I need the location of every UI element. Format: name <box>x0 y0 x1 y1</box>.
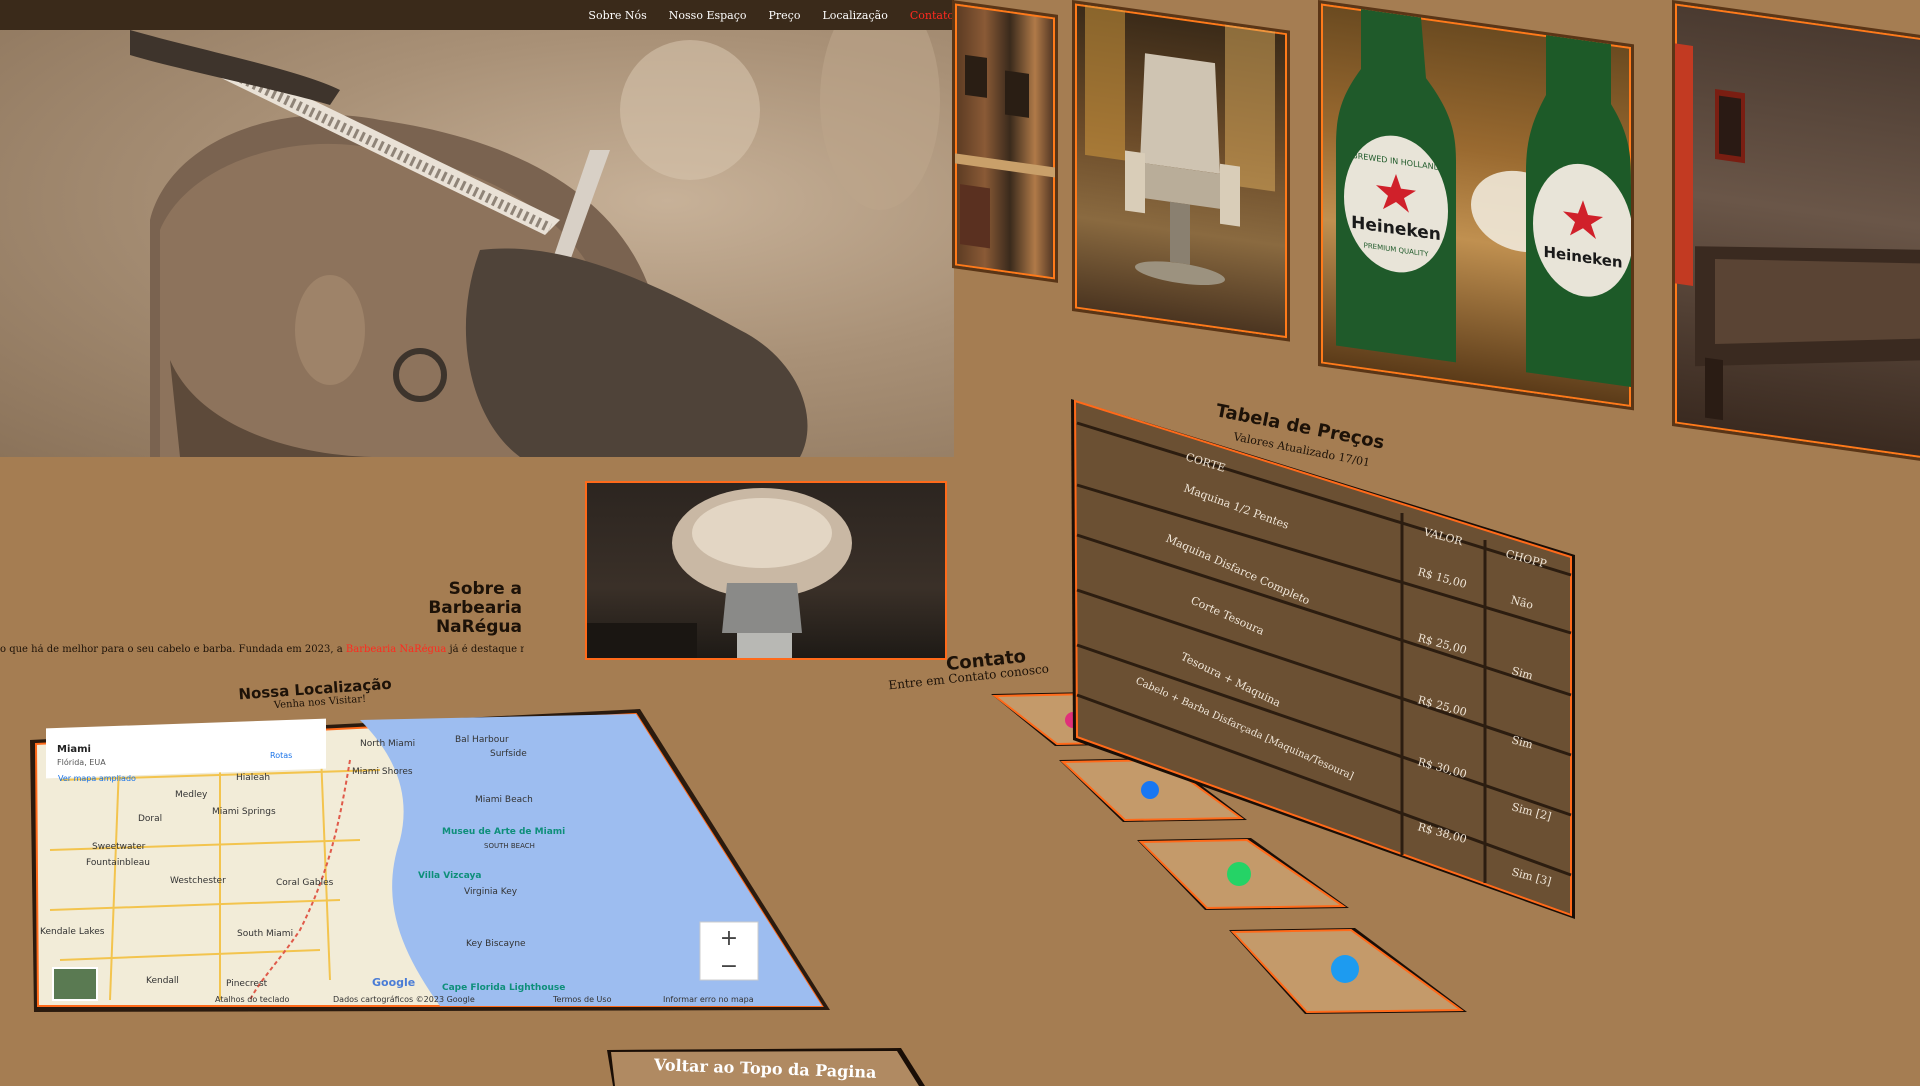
twitter-icon <box>1331 955 1359 983</box>
map-zoom-out-button[interactable]: − <box>720 954 738 979</box>
map-label: Hialeah <box>236 773 270 783</box>
nav-sobre-nos[interactable]: Sobre Nós <box>588 9 646 22</box>
map-footer-terms[interactable]: Termos de Uso <box>552 995 612 1004</box>
map-label: Medley <box>175 790 208 800</box>
about-title: Sobre a Barbearia NaRégua <box>322 580 522 637</box>
map-satellite-toggle[interactable] <box>52 967 98 1001</box>
map-place-name: Miami <box>57 744 91 755</box>
map-label: Kendale Lakes <box>40 927 105 937</box>
map-label: Kendall <box>146 976 179 986</box>
about-title-line-2: Barbearia <box>428 598 522 618</box>
map-place-region: Flórida, EUA <box>57 757 106 767</box>
map-label: Miami Shores <box>352 767 413 777</box>
price-table: Tabela de Preços Valores Atualizado 17/0… <box>1071 399 1575 919</box>
twitter-button[interactable] <box>1229 928 1467 1014</box>
about-title-line-1: Sobre a <box>448 579 522 599</box>
map-footer-report[interactable]: Informar erro no mapa <box>663 995 754 1004</box>
map-label: Villa Vizcaya <box>418 871 481 881</box>
gallery-photo-barber-chair <box>1072 0 1290 342</box>
main-nav: Sobre Nós Nosso Espaço Preço Localização… <box>588 0 954 30</box>
map-label: Miami Beach <box>475 795 533 805</box>
nav-localizacao[interactable]: Localização <box>822 9 887 22</box>
map-label: SOUTH BEACH <box>484 842 535 850</box>
map-directions-button[interactable]: Rotas <box>270 751 292 760</box>
map-label: Cape Florida Lighthouse <box>442 983 565 993</box>
map-label: Sweetwater <box>92 842 146 852</box>
about-title-line-3: NaRégua <box>435 617 522 637</box>
location-map[interactable]: Miami Flórida, EUA Ver mapa ampliado Rot… <box>0 700 840 1020</box>
gallery-photo-beer-bottles: BREWED IN HOLLAND Heineken PREMIUM QUALI… <box>1318 0 1634 411</box>
map-label: Doral <box>138 814 162 824</box>
gallery-photo-pool-table <box>1672 0 1920 464</box>
map-larger-link[interactable]: Ver mapa ampliado <box>58 774 136 783</box>
google-logo: Google <box>372 976 415 989</box>
map-label: Surfside <box>490 749 527 759</box>
map-label: Westchester <box>170 876 226 886</box>
map-label: Miami Springs <box>212 807 276 817</box>
map-label: Key Biscayne <box>466 939 526 949</box>
about-text: o que há de melhor para o seu cabelo e b… <box>0 644 524 655</box>
map-label: Coral Gables <box>276 878 334 888</box>
map-label: Virginia Key <box>464 887 518 897</box>
about-text-before: o que há de melhor para o seu cabelo e b… <box>0 644 346 655</box>
map-footer-shortcuts[interactable]: Atalhos do teclado <box>215 995 289 1004</box>
map-footer-data: Dados cartográficos ©2023 Google <box>333 995 475 1004</box>
hero-image <box>0 30 954 457</box>
map-label: Fountainbleau <box>86 858 150 868</box>
nav-contato[interactable]: Contato <box>910 9 954 22</box>
about-brand-link[interactable]: Barbearia NaRégua <box>346 644 446 655</box>
shaving-brush-photo <box>585 481 947 660</box>
map-label: South Miami <box>237 929 293 939</box>
nav-preco[interactable]: Preço <box>769 9 801 22</box>
map-label: Museu de Arte de Miami <box>442 827 565 837</box>
nav-nosso-espaco[interactable]: Nosso Espaço <box>669 9 747 22</box>
map-label: Pinecrest <box>226 979 268 989</box>
back-to-top-button[interactable]: Voltar ao Topo da Pagina <box>605 1046 925 1086</box>
map-zoom-in-button[interactable]: + <box>720 926 738 951</box>
map-label: Bal Harbour <box>455 735 509 745</box>
map-label: North Miami <box>360 739 415 749</box>
gallery-photo-barbershop-interior <box>952 0 1058 283</box>
about-text-after: já é destaque na cidade e <box>449 644 524 655</box>
